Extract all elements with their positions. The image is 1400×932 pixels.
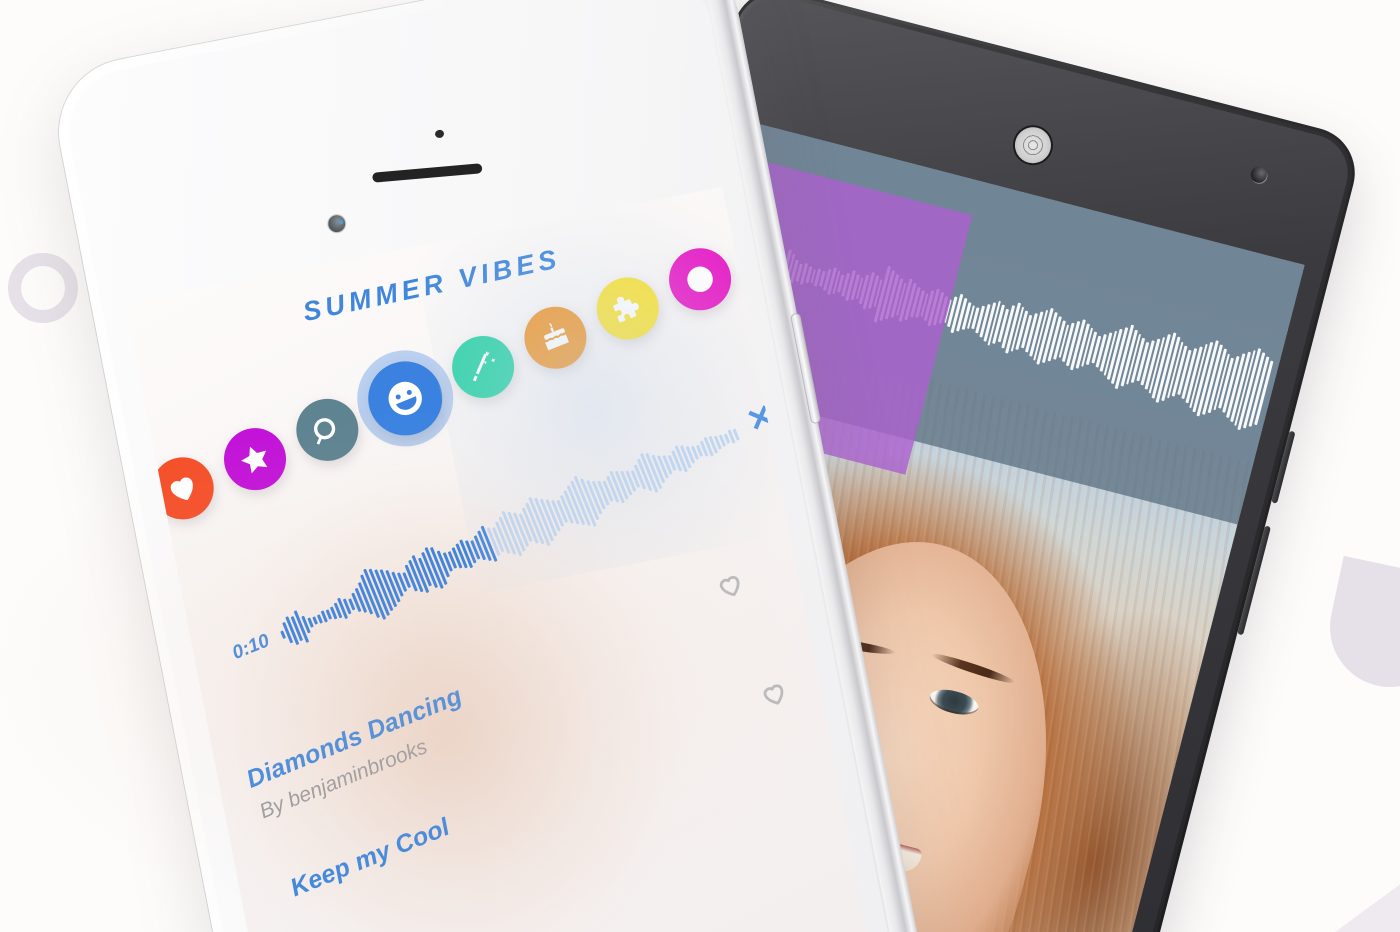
waveform-bar	[713, 435, 722, 450]
waveform-bar	[674, 445, 688, 473]
waveform-bar	[727, 429, 736, 444]
promo-scene: SUMMER VIBES 0:10 ✕ Diamonds Dancing By b…	[0, 0, 1400, 932]
favorite-button[interactable]	[755, 675, 796, 717]
waveform-bar	[563, 490, 580, 525]
waveform-bar	[559, 494, 574, 524]
category-button-search[interactable]	[286, 389, 368, 471]
waveform-bar	[597, 480, 610, 506]
waveform-bar	[732, 428, 740, 441]
waveform-bar	[667, 454, 677, 471]
waveform-bar	[625, 470, 637, 492]
waveform-bar	[679, 445, 692, 469]
waveform-bar	[512, 512, 530, 547]
category-button-dot[interactable]	[659, 238, 741, 320]
waveform-bar	[477, 530, 492, 562]
favorite-button[interactable]	[711, 567, 752, 609]
puzzle-icon	[606, 286, 650, 330]
waveform-bar	[473, 535, 487, 561]
dot-icon	[678, 257, 722, 301]
waveform-bar	[633, 464, 647, 490]
waveform-bar	[573, 475, 597, 527]
waveform-bar	[528, 496, 551, 547]
waveform-bar	[695, 444, 704, 457]
half-circle-decoration	[1318, 555, 1400, 699]
waveform-bar	[703, 436, 714, 457]
waveform-bar	[602, 480, 614, 502]
waveform-bar	[723, 433, 731, 444]
category-button-puzzle[interactable]	[587, 268, 669, 349]
waveform-bar	[486, 527, 501, 557]
elapsed-time-label: 0:10	[229, 630, 273, 665]
waveform-bar	[507, 511, 526, 552]
waveform-bar	[657, 455, 669, 479]
waveform-bar	[501, 510, 523, 557]
heart-icon	[161, 466, 205, 510]
category-button-star[interactable]	[214, 418, 296, 500]
category-button-cake[interactable]	[515, 297, 596, 379]
waveform-bar	[639, 452, 659, 494]
waveform-bar	[636, 458, 653, 492]
waveform-bar	[495, 521, 511, 554]
waveform-bar	[556, 499, 569, 524]
waveform-bar	[521, 507, 539, 544]
search-icon	[305, 408, 349, 452]
waveform-bar	[545, 499, 561, 532]
waveform-bar	[620, 470, 633, 496]
waveform-bar	[630, 470, 641, 488]
waveform-bar	[614, 470, 629, 500]
magic-wand-icon	[461, 345, 505, 389]
waveform-bar	[470, 539, 481, 560]
waveform-bar	[708, 435, 719, 454]
waveform-bar	[671, 450, 683, 472]
waveform-bar	[518, 513, 533, 543]
heart-outline-icon	[716, 576, 751, 608]
waveform-bar	[539, 498, 558, 537]
waveform-bar	[566, 485, 586, 526]
waveform-bar	[525, 502, 545, 545]
waveform-bar	[662, 455, 673, 475]
category-button-smiley[interactable]	[357, 350, 454, 447]
waveform-bar	[498, 516, 517, 555]
waveform-bar	[718, 434, 727, 447]
waveform-bar	[491, 527, 505, 553]
waveform-bar	[605, 475, 620, 503]
ring-decoration	[8, 253, 78, 323]
waveform-bar	[690, 445, 700, 460]
waveform-bar	[533, 497, 554, 542]
waveform-bar	[580, 478, 600, 521]
waveform-bar	[685, 445, 696, 464]
heart-outline-icon	[760, 684, 795, 716]
corner-decoration	[1290, 855, 1400, 932]
cake-icon	[533, 316, 577, 360]
waveform-bar	[480, 525, 498, 562]
waveform-bar	[551, 499, 565, 527]
waveform-bar	[570, 480, 591, 527]
waveform-bar	[591, 480, 606, 510]
smiley-icon	[379, 372, 431, 424]
waveform-bar	[651, 454, 666, 484]
waveform-bar	[609, 470, 625, 504]
waveform-bar	[699, 440, 709, 457]
star-icon	[233, 437, 277, 481]
waveform-bar	[586, 479, 603, 515]
category-button-magic-wand[interactable]	[442, 326, 524, 408]
waveform-bar	[645, 452, 663, 490]
